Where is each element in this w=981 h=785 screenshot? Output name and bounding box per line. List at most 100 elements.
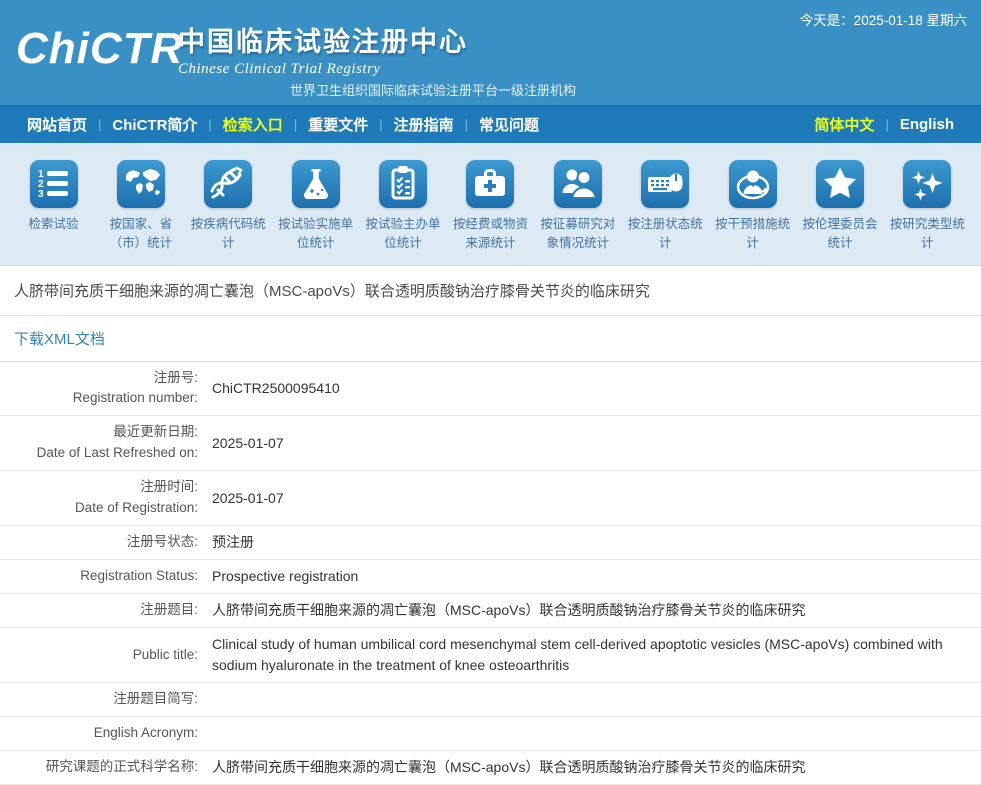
quicklink-label: 按伦理委员会统计	[797, 215, 884, 253]
quicklink-star[interactable]: 按伦理委员会统计	[797, 160, 884, 253]
table-row: 注册题目:人脐带间充质干细胞来源的凋亡囊泡（MSC-apoVs）联合透明质酸钠治…	[0, 594, 981, 628]
nav-separator: |	[294, 117, 297, 132]
dna-icon	[204, 160, 252, 208]
quicklink-numbered-list[interactable]: 123 检索试验	[10, 160, 97, 253]
row-label: 注册题目:	[0, 600, 198, 621]
quicklink-people[interactable]: 按征募研究对象情况统计	[534, 160, 621, 253]
row-label: English Acronym:	[0, 723, 198, 744]
quicklink-label: 按研究类型统计	[884, 215, 971, 253]
numbered-list-icon: 123	[30, 160, 78, 208]
quicklink-label: 按注册状态统计	[622, 215, 709, 253]
row-label-en: Date of Last Refreshed on:	[0, 443, 198, 464]
row-label-zh: 注册题目:	[0, 600, 198, 621]
trial-content: 人脐带间充质干细胞来源的凋亡囊泡（MSC-apoVs）联合透明质酸钠治疗膝骨关节…	[0, 266, 981, 785]
nav-separator: |	[465, 117, 468, 132]
row-label-zh: 注册题目简写:	[0, 689, 198, 710]
table-row: Registration Status:Prospective registra…	[0, 560, 981, 594]
registration-table: 注册号:Registration number:ChiCTR2500095410…	[0, 362, 981, 785]
site-header: 今天是：2025-01-18 星期六 ChiCTR 中国临床试验注册中心 Chi…	[0, 0, 981, 105]
row-label-en: Public title:	[0, 645, 198, 666]
nav-separator: |	[379, 117, 382, 132]
row-label: 注册号:Registration number:	[0, 368, 198, 410]
keyboard-mouse-icon	[641, 160, 689, 208]
today-date: 今天是：2025-01-18 星期六	[800, 9, 967, 29]
quicklink-dna[interactable]: 按疾病代码统计	[185, 160, 272, 253]
who-platform-tagline: 世界卫生组织国际临床试验注册平台一级注册机构	[290, 80, 576, 99]
people-icon	[554, 160, 602, 208]
nav-separator: |	[208, 117, 211, 132]
nav-item-important-documents[interactable]: 重要文件	[308, 114, 368, 135]
row-label-en: English Acronym:	[0, 723, 198, 744]
quicklink-keyboard-mouse[interactable]: 按注册状态统计	[622, 160, 709, 253]
nav-lang: 简体中文 | English	[803, 114, 965, 135]
quicklink-doctor[interactable]: 按干预措施统计	[709, 160, 796, 253]
nav-separator: |	[885, 117, 888, 132]
row-value: 人脐带间充质干细胞来源的凋亡囊泡（MSC-apoVs）联合透明质酸钠治疗膝骨关节…	[198, 757, 981, 778]
row-label: Registration Status:	[0, 566, 198, 587]
site-title-zh: 中国临床试验注册中心	[178, 20, 468, 59]
row-label-zh: 最近更新日期:	[0, 422, 198, 443]
quicklink-label: 按国家、省（市）统计	[97, 215, 184, 253]
medical-bag-icon	[466, 160, 514, 208]
row-label: Public title:	[0, 645, 198, 666]
quicklink-panel: 123 检索试验按国家、省（市）统计按疾病代码统计按试验实施单位统计按试验主办单位…	[0, 143, 981, 266]
quicklink-label: 按试验实施单位统计	[272, 215, 359, 253]
nav-item-registration-guide[interactable]: 注册指南	[394, 114, 454, 135]
quicklink-flask[interactable]: 按试验实施单位统计	[272, 160, 359, 253]
row-label-en: Date of Registration:	[0, 498, 198, 519]
row-value: 2025-01-07	[198, 433, 981, 454]
quicklink-label: 按干预措施统计	[709, 215, 796, 253]
site-title-en: Chinese Clinical Trial Registry	[178, 61, 468, 78]
row-label-zh: 注册号状态:	[0, 532, 198, 553]
nav-item-faq[interactable]: 常见问题	[479, 114, 539, 135]
quicklink-clipboard[interactable]: 按试验主办单位统计	[360, 160, 447, 253]
row-label: 注册号状态:	[0, 532, 198, 553]
star-icon	[816, 160, 864, 208]
row-value: 人脐带间充质干细胞来源的凋亡囊泡（MSC-apoVs）联合透明质酸钠治疗膝骨关节…	[198, 600, 981, 621]
row-value: Clinical study of human umbilical cord m…	[198, 634, 981, 676]
quicklink-medical-bag[interactable]: 按经费或物资来源统计	[447, 160, 534, 253]
quicklink-label: 按疾病代码统计	[185, 215, 272, 253]
main-nav: 网站首页 | ChiCTR简介 | 检索入口 | 重要文件 | 注册指南 | 常见问题 简体中文 | E…	[0, 105, 981, 143]
sparkles-icon	[903, 160, 951, 208]
doctor-icon	[729, 160, 777, 208]
chictr-logo[interactable]: ChiCTR	[16, 24, 183, 74]
row-label-en: Registration Status:	[0, 566, 198, 587]
page-title: 人脐带间充质干细胞来源的凋亡囊泡（MSC-apoVs）联合透明质酸钠治疗膝骨关节…	[0, 266, 981, 316]
quicklink-label: 按征募研究对象情况统计	[534, 215, 621, 253]
quicklink-label: 按试验主办单位统计	[360, 215, 447, 253]
table-row: English Acronym:	[0, 717, 981, 751]
table-row: 研究课题的正式科学名称:人脐带间充质干细胞来源的凋亡囊泡（MSC-apoVs）联…	[0, 751, 981, 785]
world-map-icon	[117, 160, 165, 208]
download-xml-link[interactable]: 下载XML文档	[14, 331, 105, 348]
row-value: Prospective registration	[198, 566, 981, 587]
table-row: 注册号状态:预注册	[0, 526, 981, 560]
nav-item-home[interactable]: 网站首页	[27, 114, 87, 135]
table-row: 最近更新日期:Date of Last Refreshed on:2025-01…	[0, 416, 981, 471]
site-title-block: 中国临床试验注册中心 Chinese Clinical Trial Regist…	[178, 20, 468, 78]
quicklink-sparkles[interactable]: 按研究类型统计	[884, 160, 971, 253]
table-row: Public title:Clinical study of human umb…	[0, 628, 981, 683]
table-row: 注册时间:Date of Registration:2025-01-07	[0, 471, 981, 526]
nav-menu: 网站首页 | ChiCTR简介 | 检索入口 | 重要文件 | 注册指南 | 常见问题	[16, 114, 550, 135]
table-row: 注册号:Registration number:ChiCTR2500095410	[0, 362, 981, 417]
row-label-zh: 研究课题的正式科学名称:	[0, 757, 198, 778]
row-label-zh: 注册时间:	[0, 477, 198, 498]
quicklink-label: 检索试验	[10, 215, 97, 234]
nav-item-chictr-intro[interactable]: ChiCTR简介	[112, 114, 197, 135]
lang-en-link[interactable]: English	[900, 116, 954, 133]
row-label-zh: 注册号:	[0, 368, 198, 389]
clipboard-icon	[379, 160, 427, 208]
svg-text:3: 3	[38, 189, 44, 200]
table-row: 注册题目简写:	[0, 683, 981, 717]
row-label: 注册题目简写:	[0, 689, 198, 710]
row-value: ChiCTR2500095410	[198, 378, 981, 399]
row-label: 研究课题的正式科学名称:	[0, 757, 198, 778]
nav-item-search-entry[interactable]: 检索入口	[223, 114, 283, 135]
quicklink-world-map[interactable]: 按国家、省（市）统计	[97, 160, 184, 253]
row-label: 注册时间:Date of Registration:	[0, 477, 198, 519]
row-label: 最近更新日期:Date of Last Refreshed on:	[0, 422, 198, 464]
nav-separator: |	[98, 117, 101, 132]
row-value: 预注册	[198, 532, 981, 553]
lang-zh-link[interactable]: 简体中文	[814, 114, 874, 135]
